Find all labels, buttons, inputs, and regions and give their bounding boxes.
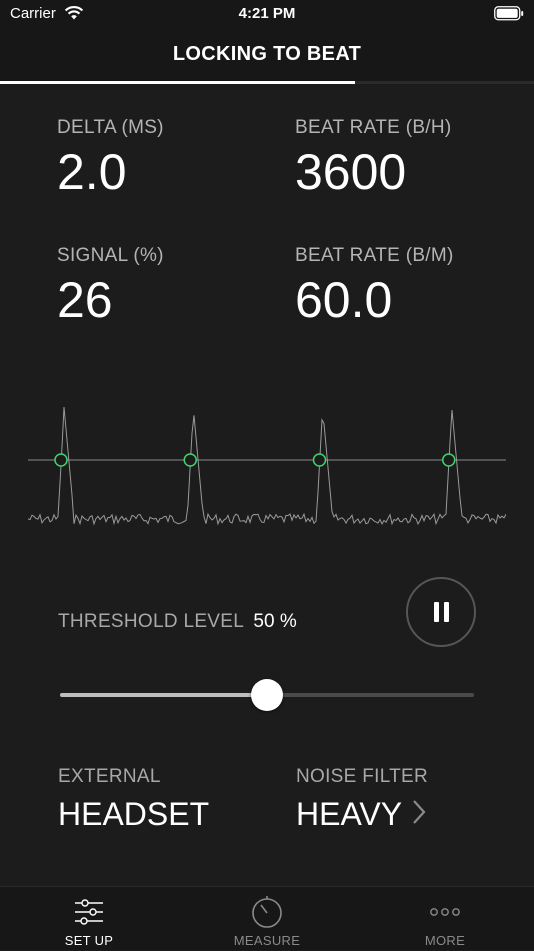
setting-noise-filter[interactable]: NOISE FILTER HEAVY bbox=[296, 766, 428, 833]
threshold-slider-thumb[interactable] bbox=[251, 679, 283, 711]
stopwatch-icon bbox=[197, 895, 337, 929]
tab-setup-label: SET UP bbox=[64, 933, 114, 948]
status-bar: Carrier 4:21 PM bbox=[0, 0, 534, 30]
tab-measure[interactable]: MEASURE bbox=[197, 887, 337, 951]
metric-beat-rate-bm-value: 60.0 bbox=[295, 272, 393, 328]
setting-noise-filter-value-text: HEAVY bbox=[296, 796, 403, 832]
metric-beat-rate-bh-value: 3600 bbox=[295, 144, 407, 200]
metric-delta: DELTA (MS) 2.0 bbox=[57, 117, 164, 197]
battery-icon bbox=[494, 6, 524, 25]
beat-marker-2 bbox=[183, 453, 197, 467]
waveform-trace bbox=[28, 406, 506, 526]
tab-more[interactable]: MORE bbox=[375, 887, 515, 951]
setting-input-source-value-text: HEADSET bbox=[58, 796, 210, 832]
threshold-value: 50 % bbox=[253, 611, 297, 632]
metric-delta-label: DELTA (MS) bbox=[57, 117, 164, 138]
setting-input-source[interactable]: EXTERNAL HEADSET bbox=[58, 766, 209, 833]
beat-marker-3 bbox=[312, 453, 327, 467]
chevron-right-icon bbox=[412, 796, 426, 833]
setting-input-source-value[interactable]: HEADSET bbox=[58, 796, 209, 833]
metric-beat-rate-bh-label: BEAT RATE (B/H) bbox=[295, 117, 452, 138]
metric-signal-value: 26 bbox=[57, 272, 113, 328]
beat-marker-1 bbox=[54, 453, 68, 467]
setting-noise-filter-label: NOISE FILTER bbox=[296, 766, 429, 787]
tab-more-label: MORE bbox=[424, 933, 466, 948]
beat-waveform bbox=[28, 406, 506, 526]
tab-setup[interactable]: SET UP bbox=[19, 887, 159, 951]
threshold-slider[interactable] bbox=[60, 678, 474, 712]
metric-signal: SIGNAL (%) 26 bbox=[57, 245, 164, 325]
metric-beat-rate-bm: BEAT RATE (B/M) 60.0 bbox=[295, 245, 454, 325]
tab-bar: SET UP MEASURE MORE bbox=[0, 886, 534, 950]
threshold-row: THRESHOLD LEVEL 50 % bbox=[58, 611, 297, 633]
metric-beat-rate-bh: BEAT RATE (B/H) 3600 bbox=[295, 117, 452, 197]
metric-delta-value: 2.0 bbox=[57, 144, 127, 200]
setting-noise-filter-value[interactable]: HEAVY bbox=[296, 796, 428, 833]
pause-button[interactable] bbox=[406, 577, 476, 647]
setting-input-source-label: EXTERNAL bbox=[58, 766, 161, 787]
sliders-icon bbox=[19, 895, 159, 929]
page-title: LOCKING TO BEAT bbox=[172, 43, 362, 65]
nav-bar: LOCKING TO BEAT bbox=[0, 30, 534, 84]
locking-progress-bar bbox=[0, 81, 534, 84]
threshold-slider-fill bbox=[60, 693, 267, 697]
tab-measure-label: MEASURE bbox=[233, 933, 301, 948]
beat-marker-4 bbox=[441, 453, 456, 467]
more-dots-icon bbox=[375, 895, 515, 929]
metric-beat-rate-bm-label: BEAT RATE (B/M) bbox=[295, 245, 454, 266]
threshold-label: THRESHOLD LEVEL bbox=[58, 611, 245, 632]
status-time: 4:21 PM bbox=[238, 5, 296, 22]
metric-signal-label: SIGNAL (%) bbox=[57, 245, 164, 266]
locking-progress-fill bbox=[0, 81, 356, 84]
pause-icon bbox=[433, 602, 449, 622]
